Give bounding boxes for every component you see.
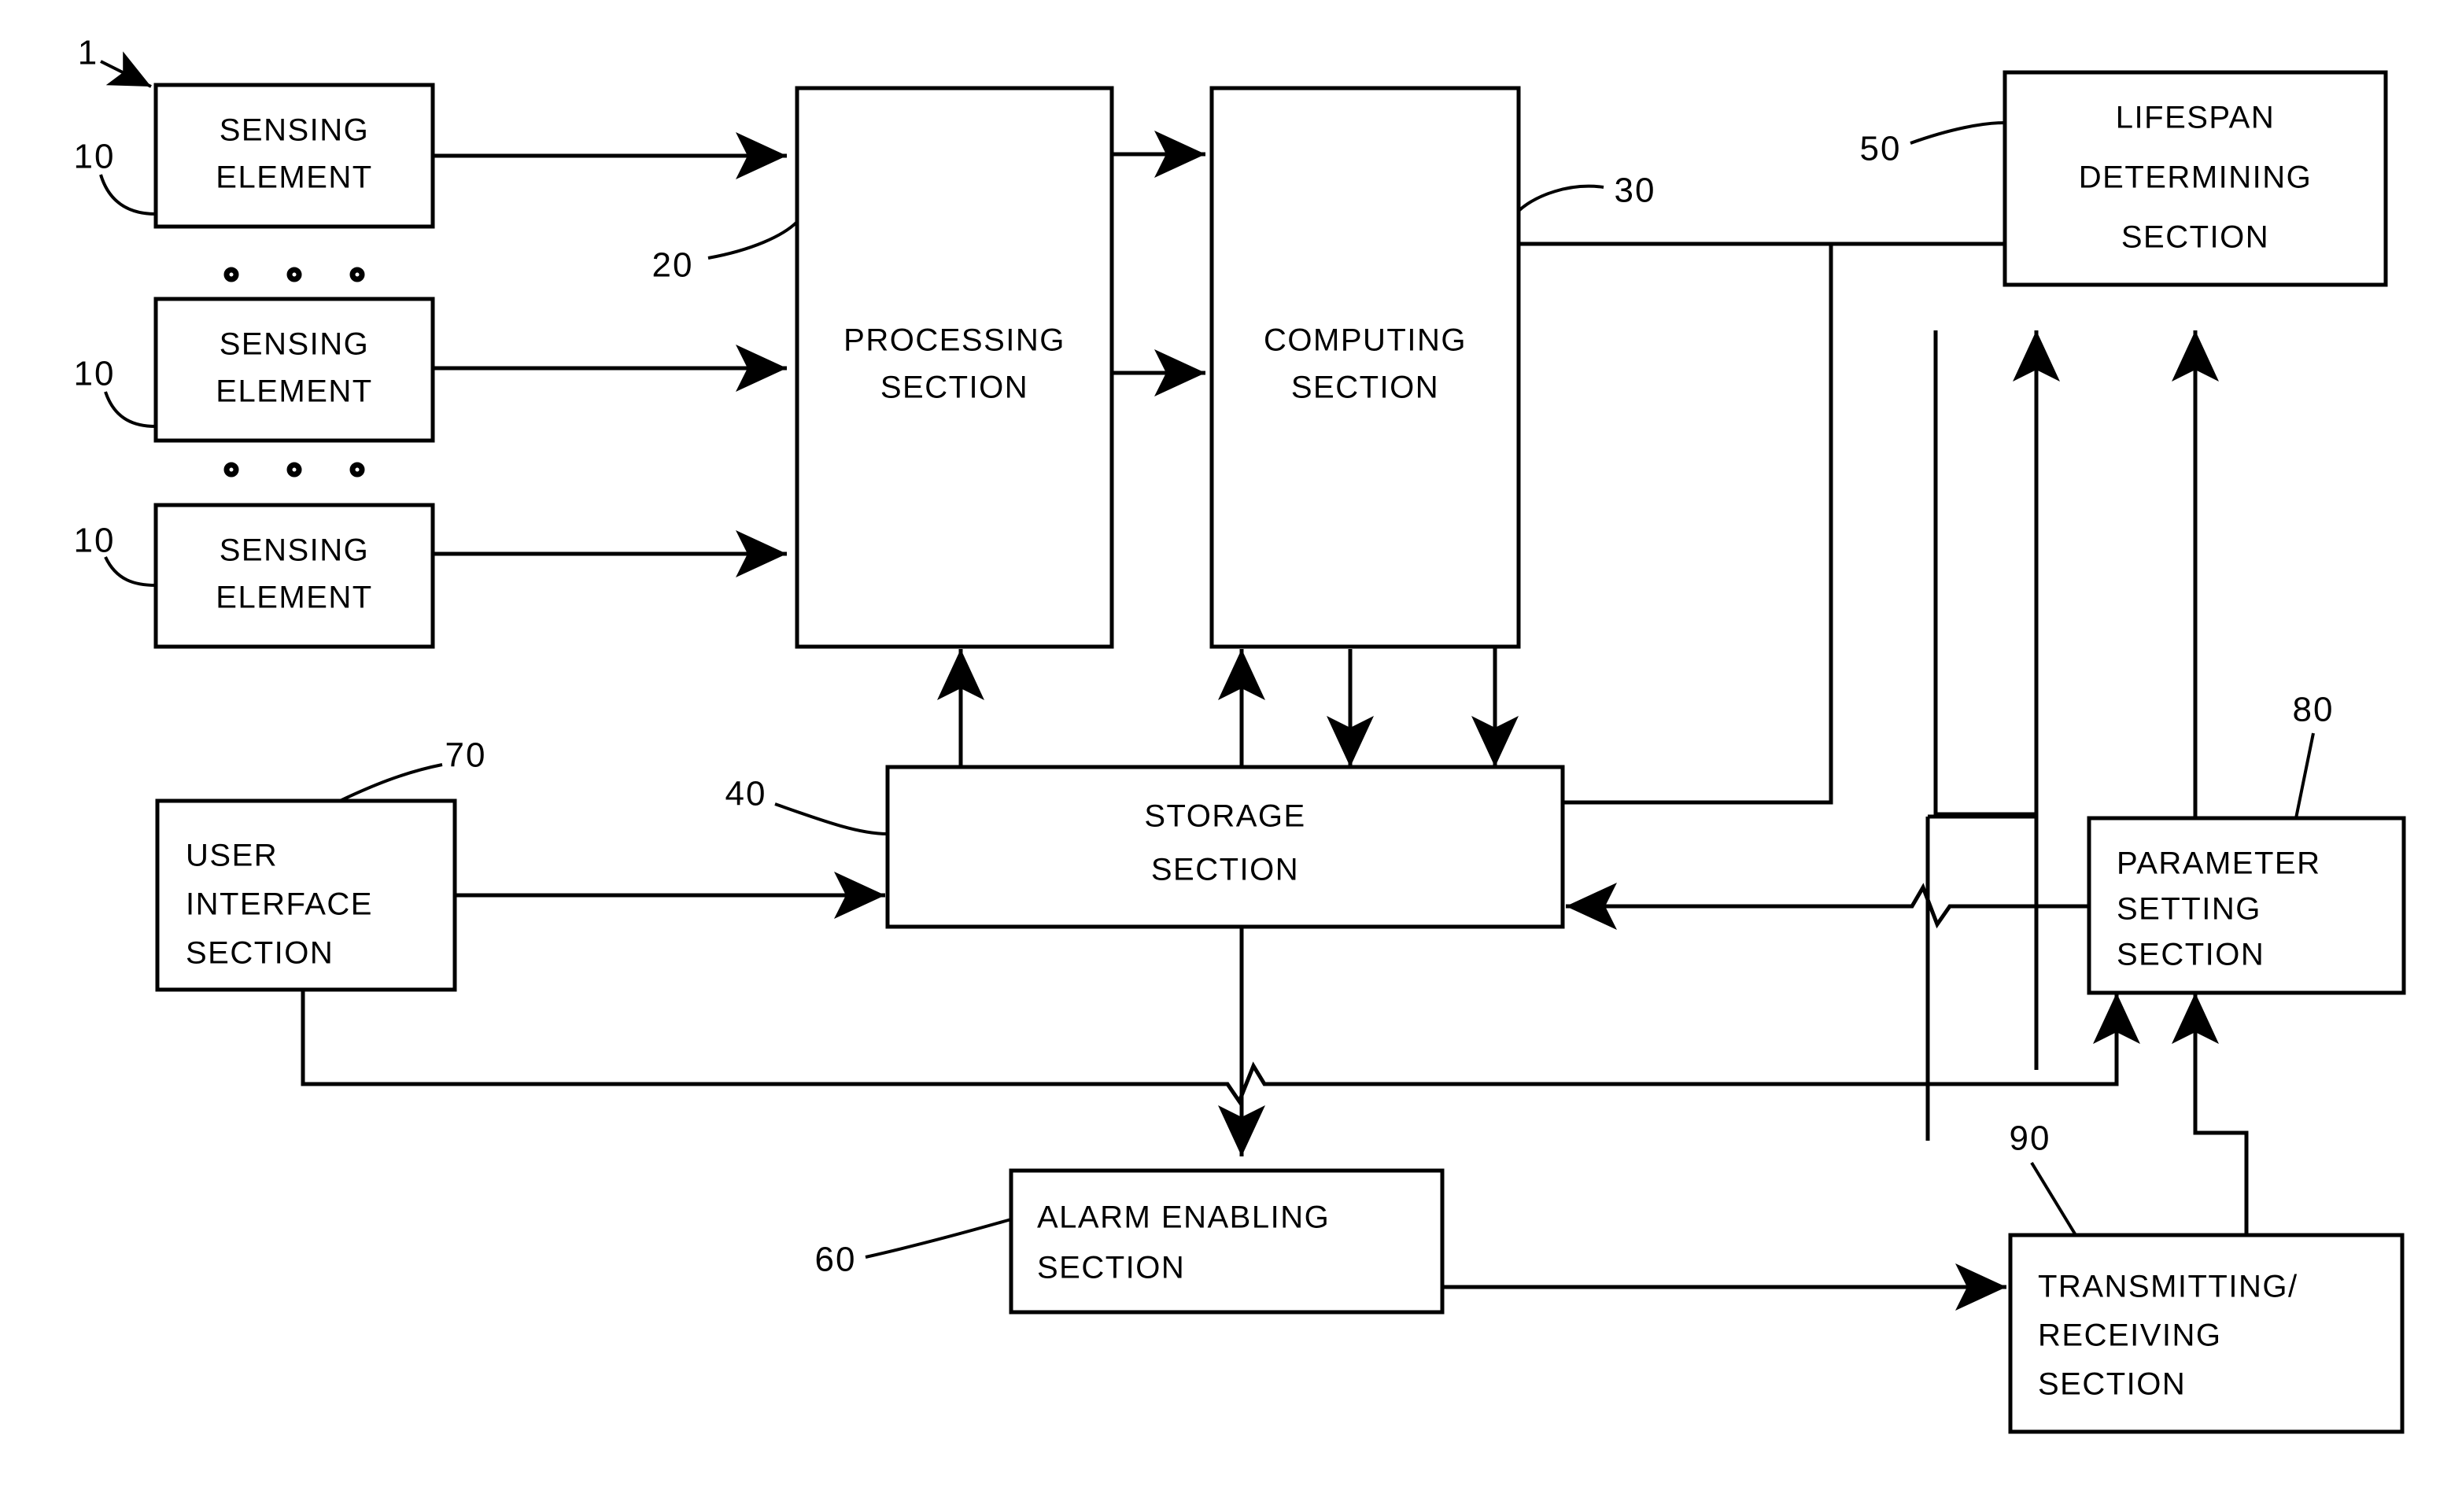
ellipsis-dots-2 — [223, 462, 365, 478]
ref-processing-section: 20 — [652, 220, 799, 285]
block-processing-section[interactable]: PROCESSING SECTION — [795, 86, 1114, 649]
figure-canvas: SENSING ELEMENT SENSING ELEMENT SENSING … — [0, 0, 2451, 1512]
block-lifespan-determining-section[interactable]: LIFESPAN DETERMINING SECTION — [2003, 70, 2388, 287]
block-transmitting-receiving-section-line1: TRANSMITTING/ — [2038, 1270, 2298, 1304]
block-sensing-element-1[interactable]: SENSING ELEMENT — [153, 83, 435, 229]
ref-lifespan-section-label: 50 — [1860, 130, 1902, 168]
block-sensing-element-1-line1: SENSING — [220, 113, 370, 148]
block-sensing-element-1-rect — [153, 83, 435, 229]
ref-storage-section-leader — [774, 802, 888, 835]
ref-user-interface-section: 70 — [339, 736, 487, 802]
ref-parameter-section-leader — [2294, 732, 2315, 819]
ref-computing-section: 30 — [1517, 171, 1656, 212]
block-alarm-enabling-section-line2: SECTION — [1037, 1251, 1185, 1285]
ref-processing-section-leader — [707, 220, 799, 260]
block-transmitting-receiving-section[interactable]: TRANSMITTING/ RECEIVING SECTION — [2008, 1233, 2405, 1434]
block-transmitting-receiving-section-line2: RECEIVING — [2038, 1318, 2222, 1353]
block-sensing-element-3-line1: SENSING — [220, 533, 370, 568]
block-sensing-element-2-line1: SENSING — [220, 327, 370, 362]
block-alarm-enabling-section[interactable]: ALARM ENABLING SECTION — [1009, 1168, 1445, 1315]
ref-sensing-element-3-label: 10 — [74, 522, 116, 560]
block-computing-section-line1: COMPUTING — [1264, 323, 1467, 358]
block-user-interface-section[interactable]: USER INTERFACE SECTION — [155, 798, 457, 992]
block-sensing-element-3-line2: ELEMENT — [216, 581, 372, 615]
wire-bus-to-lifespan-run — [1933, 330, 2039, 1070]
block-parameter-setting-section-line1: PARAMETER — [2117, 846, 2320, 881]
block-sensing-element-1-line2: ELEMENT — [216, 160, 372, 195]
wire-lifespan-to-storage — [1471, 242, 1831, 767]
ref-transmit-section: 90 — [2010, 1119, 2077, 1237]
ref-alarm-section-leader — [865, 1218, 1012, 1259]
ref-processing-section-label: 20 — [652, 246, 694, 285]
block-lifespan-determining-section-line1: LIFESPAN — [2116, 101, 2275, 135]
ref-parameter-section-label: 80 — [2293, 691, 2335, 729]
ref-system: 1 — [78, 34, 152, 88]
ref-transmit-section-label: 90 — [2010, 1119, 2051, 1158]
wire-bus-to-parameter — [1928, 993, 2140, 1086]
block-parameter-setting-section-line2: SETTING — [2117, 892, 2261, 927]
ref-sensing-element-1-leader — [99, 174, 157, 216]
block-diagram: SENSING ELEMENT SENSING ELEMENT SENSING … — [74, 34, 2406, 1434]
block-transmitting-receiving-section-line3: SECTION — [2038, 1367, 2186, 1402]
block-parameter-setting-section-line3: SECTION — [2117, 938, 2265, 972]
block-alarm-enabling-section-line1: ALARM ENABLING — [1037, 1200, 1330, 1235]
block-sensing-element-2-line2: ELEMENT — [216, 374, 372, 409]
wire-transmit-to-parameter — [2172, 993, 2249, 1235]
block-storage-section-rect — [885, 765, 1565, 929]
block-sensing-element-2[interactable]: SENSING ELEMENT — [153, 297, 435, 443]
block-user-interface-section-line1: USER — [186, 839, 278, 873]
block-lifespan-determining-section-line2: DETERMINING — [2079, 160, 2313, 195]
block-processing-section-line1: PROCESSING — [843, 323, 1065, 358]
ref-sensing-element-3: 10 — [74, 522, 157, 587]
ref-computing-section-label: 30 — [1615, 171, 1656, 210]
wire-parameter-to-storage — [1566, 883, 2089, 930]
wire-ui-bottom-bus — [301, 990, 1928, 1106]
ref-sensing-element-1: 10 — [74, 138, 157, 216]
ref-alarm-section-label: 60 — [815, 1241, 857, 1279]
block-parameter-setting-section[interactable]: PARAMETER SETTING SECTION — [2087, 816, 2406, 995]
ref-storage-section: 40 — [725, 775, 888, 835]
block-processing-section-rect — [795, 86, 1114, 649]
block-user-interface-section-line2: INTERFACE — [186, 887, 373, 922]
ref-system-leader — [100, 51, 152, 88]
ref-computing-section-leader — [1517, 184, 1604, 212]
ref-storage-section-label: 40 — [725, 775, 767, 813]
ref-sensing-element-2-leader — [104, 391, 157, 428]
block-sensing-element-3-rect — [153, 503, 435, 649]
ref-sensing-element-3-leader — [104, 556, 157, 587]
wire-storage-to-lifespan-path — [1562, 244, 1833, 805]
block-computing-section[interactable]: COMPUTING SECTION — [1209, 86, 1521, 649]
ref-sensing-element-2-label: 10 — [74, 355, 116, 393]
ref-system-label: 1 — [78, 34, 98, 72]
ref-transmit-section-leader — [2030, 1161, 2077, 1237]
block-computing-section-line2: SECTION — [1291, 371, 1439, 405]
block-user-interface-section-line3: SECTION — [186, 936, 334, 971]
block-storage-section[interactable]: STORAGE SECTION — [885, 765, 1565, 929]
block-sensing-element-2-rect — [153, 297, 435, 443]
ref-sensing-element-2: 10 — [74, 355, 157, 428]
block-computing-section-rect — [1209, 86, 1521, 649]
block-storage-section-line2: SECTION — [1151, 853, 1299, 887]
ref-user-interface-section-leader — [339, 763, 443, 802]
ellipsis-dots-1 — [223, 267, 365, 282]
block-sensing-element-3[interactable]: SENSING ELEMENT — [153, 503, 435, 649]
block-processing-section-line2: SECTION — [880, 371, 1028, 405]
block-alarm-enabling-section-rect — [1009, 1168, 1445, 1315]
block-lifespan-determining-section-line3: SECTION — [2121, 220, 2269, 255]
block-storage-section-line1: STORAGE — [1144, 799, 1305, 834]
ref-sensing-element-1-label: 10 — [74, 138, 116, 176]
ref-lifespan-section-leader — [1910, 121, 2006, 145]
ref-parameter-section: 80 — [2293, 691, 2335, 819]
ref-lifespan-section: 50 — [1860, 121, 2006, 168]
ref-alarm-section: 60 — [815, 1218, 1012, 1279]
ref-user-interface-section-label: 70 — [445, 736, 487, 775]
